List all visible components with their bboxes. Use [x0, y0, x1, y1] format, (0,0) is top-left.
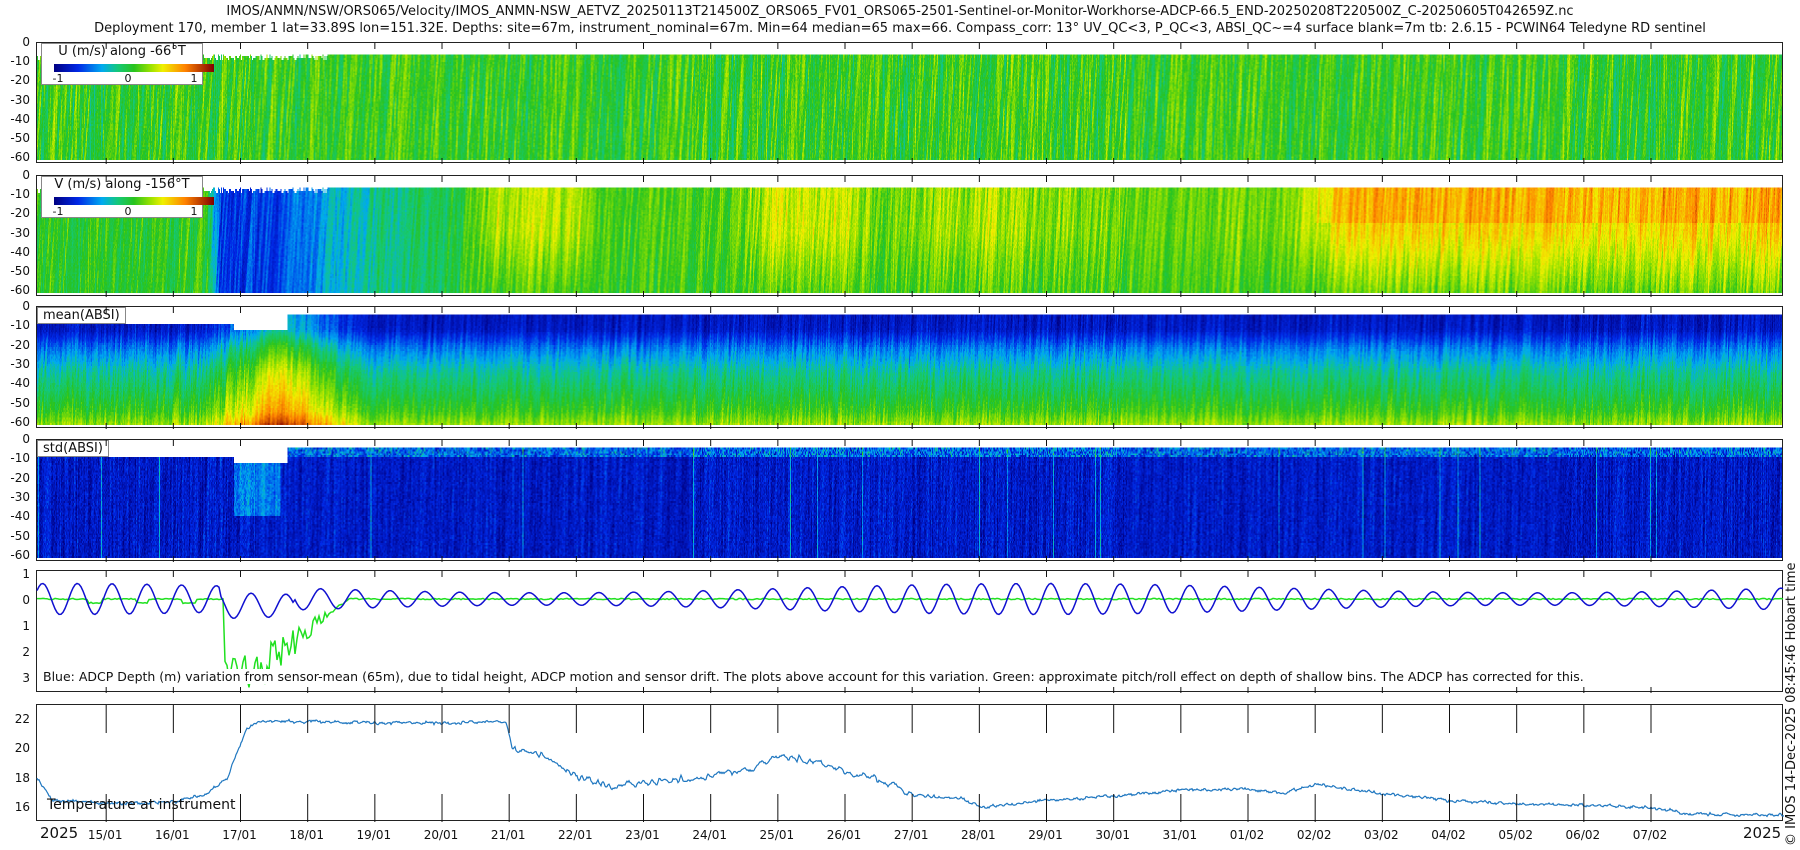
depth-tick-label: -30 [10, 92, 30, 107]
depth-tick-label: -30 [10, 490, 30, 505]
title-line-2: Deployment 170, member 1 lat=33.89S lon=… [94, 21, 1706, 36]
depth-tick-label: -50 [10, 131, 30, 146]
x-tick-label: 29/01 [1028, 828, 1063, 842]
depth-variation-tick-label: 0 [22, 593, 30, 607]
x-tick-label: 18/01 [289, 828, 324, 842]
x-tick-label: 16/01 [155, 828, 190, 842]
depth-tick-label: -30 [10, 357, 30, 372]
x-ticks [105, 571, 1652, 693]
x-tick-label: 26/01 [826, 828, 862, 842]
x-ticks [105, 705, 1652, 822]
depth-tick-label: -60 [10, 150, 30, 165]
depth-variation-tick-label: 2 [22, 645, 30, 659]
x-tick-label: 21/01 [490, 828, 526, 842]
x-tick-label: 27/01 [893, 828, 929, 842]
depth-tick-label: -20 [10, 206, 30, 221]
temperature-tick-label: 20 [14, 741, 30, 756]
depth-tick-label: -20 [10, 337, 30, 352]
temperature-tick-label: 22 [14, 712, 30, 726]
depth-tick-label: -40 [10, 111, 30, 126]
x-tick-label: 22/01 [558, 828, 593, 842]
depth-tick-label: -10 [10, 187, 30, 202]
depth-tick-label: -60 [10, 548, 30, 563]
x-tick-label: 17/01 [222, 828, 257, 842]
x-tick-label: 05/02 [1498, 828, 1533, 842]
depth-tick-label: -40 [10, 244, 30, 259]
x-ticks [105, 43, 1652, 164]
v-velocity-panel: V (m/s) along -156°T -1 0 1 [36, 175, 1783, 297]
temperature-tick-label: 18 [14, 770, 30, 785]
x-ticks [105, 440, 1652, 562]
x-tick-label: 30/01 [1095, 828, 1130, 842]
u-velocity-panel: U (m/s) along -66°T -1 0 1 [36, 42, 1783, 164]
depth-tick-label: -30 [10, 225, 30, 240]
depth-tick-label: -10 [10, 54, 30, 69]
x-year-right: 2025 [1743, 824, 1782, 842]
depth-variation-panel: Blue: ADCP Depth (m) variation from sens… [36, 570, 1784, 693]
credit-text: © IMOS 14-Dec-2025 08:45:46 Hobart time [1784, 562, 1799, 846]
depth-tick-label: 0 [22, 35, 30, 49]
x-tick-label: 02/02 [1296, 828, 1332, 842]
x-ticks [105, 176, 1652, 297]
x-tick-label: 28/01 [961, 828, 996, 842]
temperature-tick-label: 16 [14, 799, 30, 814]
x-ticks [105, 307, 1652, 429]
x-tick-label: 23/01 [625, 828, 660, 842]
depth-tick-label: 0 [22, 432, 30, 446]
x-tick-label: 15/01 [87, 828, 123, 842]
depth-tick-label: -10 [10, 451, 30, 466]
depth-tick-label: -20 [10, 470, 30, 485]
x-tick-label: 19/01 [356, 828, 392, 842]
depth-tick-label: -60 [10, 283, 30, 298]
x-tick-label: 07/02 [1632, 828, 1668, 842]
temperature-panel: Temperature at instrument [36, 704, 1785, 822]
x-tick-label: 24/01 [692, 828, 727, 842]
depth-variation-tick-label: 1 [22, 619, 30, 633]
depth-tick-label: -40 [10, 509, 30, 524]
depth-tick-label: -40 [10, 376, 30, 391]
depth-variation-tick-label: 1 [22, 567, 30, 581]
depth-variation-tick-label: 3 [22, 671, 30, 685]
depth-tick-label: -50 [10, 395, 30, 410]
mean-absi-panel: mean(ABSI) [36, 306, 1783, 429]
depth-tick-label: -50 [10, 528, 30, 543]
depth-tick-label: 0 [22, 299, 30, 313]
std-absi-panel: std(ABSI) [36, 439, 1783, 562]
depth-tick-label: -60 [10, 415, 30, 430]
depth-tick-label: 0 [22, 168, 30, 182]
title-line-1: IMOS/ANMN/NSW/ORS065/Velocity/IMOS_ANMN-… [226, 4, 1574, 19]
depth-tick-label: -10 [10, 318, 30, 333]
depth-tick-label: -20 [10, 73, 30, 88]
depth-tick-label: -50 [10, 264, 30, 279]
x-year-left: 2025 [40, 824, 79, 842]
x-tick-label: 01/02 [1229, 828, 1265, 842]
x-tick-label: 20/01 [423, 828, 459, 842]
x-tick-label: 04/02 [1431, 828, 1466, 842]
x-tick-label: 06/02 [1565, 828, 1601, 842]
x-tick-label: 25/01 [759, 828, 795, 842]
x-tick-label: 31/01 [1162, 828, 1198, 842]
x-tick-label: 03/02 [1364, 828, 1399, 842]
